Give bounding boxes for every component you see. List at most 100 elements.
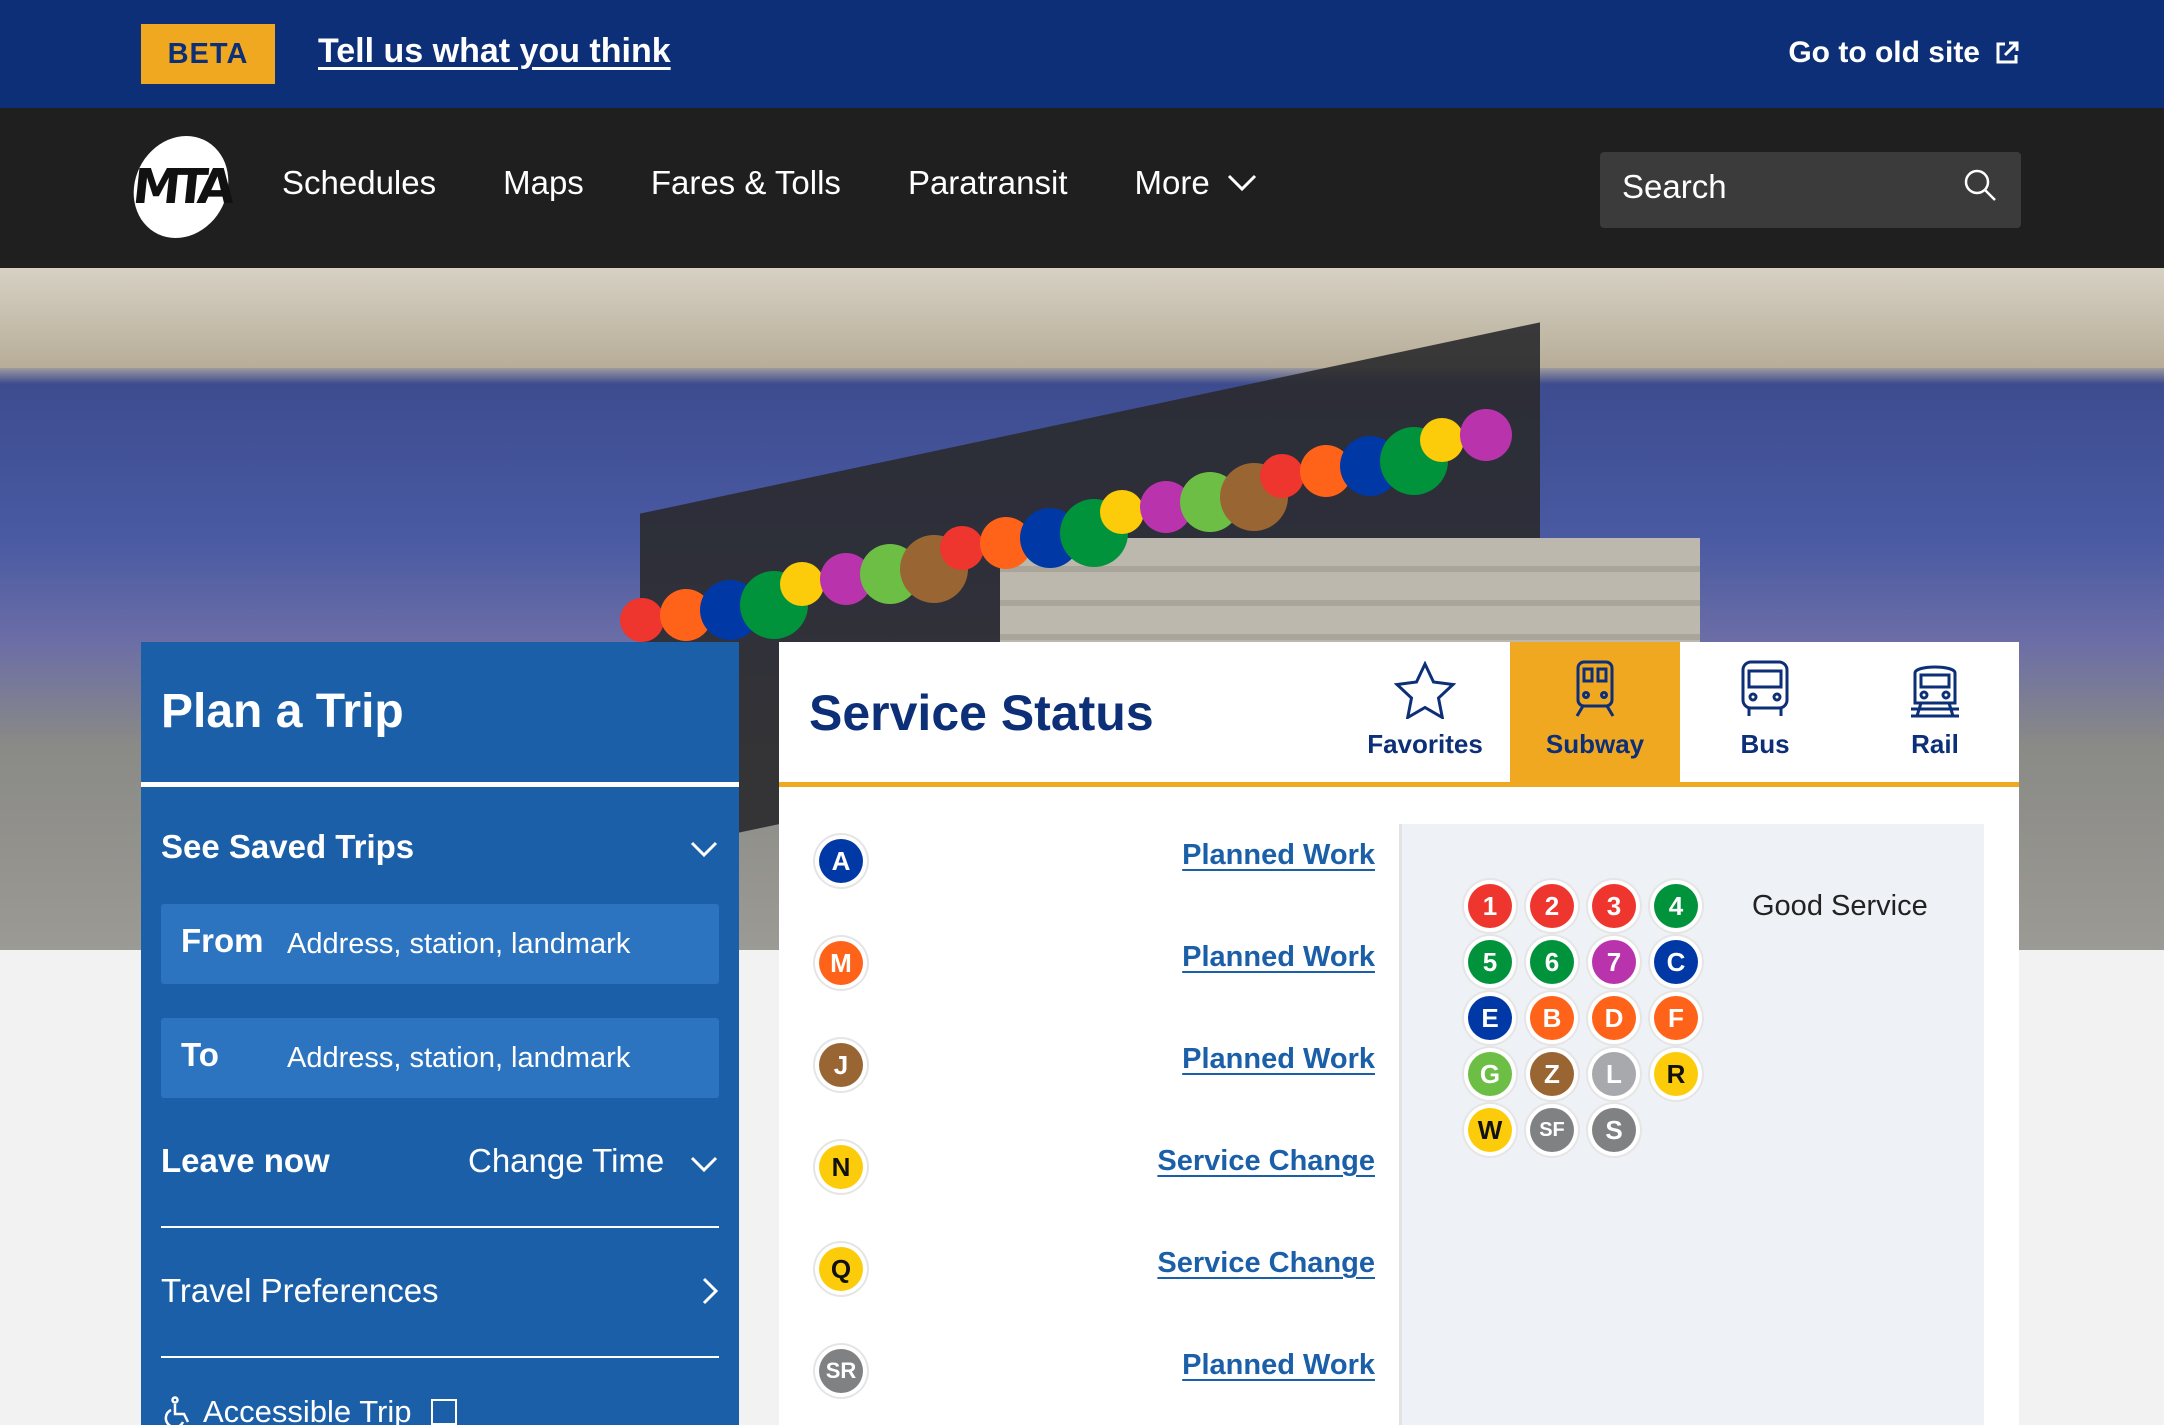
leave-now-label: Leave now	[161, 1142, 330, 1179]
to-field[interactable]: To Address, station, landmark	[161, 1018, 719, 1098]
nav-item-maps[interactable]: Maps	[503, 164, 584, 202]
line-status-link[interactable]: Planned Work	[1182, 1043, 1375, 1076]
tab-subway-label: Subway	[1545, 729, 1645, 759]
line-status-row: A Planned Work	[819, 839, 1379, 899]
line-status-link[interactable]: Planned Work	[1182, 839, 1375, 872]
tab-rail[interactable]: Rail	[1850, 642, 2020, 782]
line-bullet[interactable]: 5	[1468, 940, 1512, 984]
line-bullet[interactable]: M	[819, 941, 863, 985]
line-status-row: J Planned Work	[819, 1043, 1379, 1103]
line-bullet[interactable]: D	[1592, 996, 1636, 1040]
line-status-row: SR Planned Work	[819, 1349, 1379, 1409]
good-service-label: Good Service	[1752, 890, 1928, 922]
line-bullet[interactable]: 4	[1654, 884, 1698, 928]
beta-badge: BETA	[141, 24, 275, 84]
bus-icon	[1741, 660, 1789, 716]
from-field[interactable]: From Address, station, landmark	[161, 904, 719, 984]
search-input[interactable]	[1622, 168, 1942, 206]
line-status-link[interactable]: Planned Work	[1182, 1349, 1375, 1382]
from-label: From	[181, 922, 264, 959]
wheelchair-icon	[164, 1396, 190, 1425]
saved-trips-toggle[interactable]: See Saved Trips	[161, 828, 414, 866]
hero-dot	[1460, 409, 1512, 461]
nav-item-schedules[interactable]: Schedules	[282, 164, 436, 202]
divider	[161, 1226, 719, 1228]
travel-preferences-link[interactable]: Travel Preferences	[161, 1272, 439, 1310]
chevron-right-icon[interactable]	[701, 1276, 719, 1306]
service-status-panel: Service Status Favorites Subway Bus Rail…	[779, 642, 2019, 1425]
line-bullet[interactable]: N	[819, 1145, 863, 1189]
line-status-row: M Planned Work	[819, 941, 1379, 1001]
star-icon	[1394, 661, 1456, 719]
line-status-link[interactable]: Planned Work	[1182, 941, 1375, 974]
line-bullet[interactable]: SR	[819, 1349, 863, 1393]
accessible-trip-label: Accessible Trip	[203, 1394, 412, 1425]
chevron-down-icon[interactable]	[689, 840, 719, 858]
line-bullet[interactable]: J	[819, 1043, 863, 1087]
divider	[161, 1356, 719, 1358]
old-site-link[interactable]: Go to old site	[1788, 36, 2020, 70]
line-bullet[interactable]: L	[1592, 1052, 1636, 1096]
line-bullet[interactable]: F	[1654, 996, 1698, 1040]
line-bullet[interactable]: S	[1592, 1108, 1636, 1152]
plan-title-divider	[141, 782, 739, 787]
line-bullet[interactable]: 2	[1530, 884, 1574, 928]
accessible-trip-checkbox[interactable]	[431, 1399, 458, 1425]
line-bullet[interactable]: W	[1468, 1108, 1512, 1152]
search-icon[interactable]	[1963, 168, 1997, 202]
main-nav: MTA Schedules Maps Fares & Tolls Paratra…	[0, 108, 2164, 268]
hero-ceiling	[0, 268, 2164, 368]
tab-favorites[interactable]: Favorites	[1340, 642, 1510, 782]
hero-dot	[1100, 490, 1144, 534]
line-status-row: Q Service Change	[819, 1247, 1379, 1307]
good-service-lines: 1 2 3 4 5 6 7 C E B D F G Z L R W SF S	[1468, 884, 1700, 1152]
mta-logo[interactable]: MTA	[128, 136, 234, 238]
change-time-button[interactable]: Change Time	[468, 1142, 664, 1180]
line-bullet[interactable]: SF	[1530, 1108, 1574, 1152]
status-tabs: Favorites Subway Bus Rail	[1340, 642, 2020, 782]
line-bullet[interactable]: 3	[1592, 884, 1636, 928]
line-status-link[interactable]: Service Change	[1157, 1247, 1375, 1280]
chevron-down-icon	[1227, 174, 1256, 192]
feedback-link[interactable]: Tell us what you think	[318, 32, 671, 71]
search-box	[1600, 152, 2021, 228]
nav-item-fares-tolls[interactable]: Fares & Tolls	[651, 164, 841, 202]
accessible-trip-option[interactable]: Accessible Trip	[161, 1394, 458, 1425]
nav-item-more-label: More	[1134, 164, 1210, 201]
line-status-row: N Service Change	[819, 1145, 1379, 1205]
line-bullet[interactable]: 6	[1530, 940, 1574, 984]
nav-menu: Schedules Maps Fares & Tolls Paratransit…	[282, 164, 1258, 202]
plan-title: Plan a Trip	[161, 685, 404, 738]
from-placeholder: Address, station, landmark	[287, 928, 631, 960]
to-placeholder: Address, station, landmark	[287, 1042, 631, 1074]
nav-item-more[interactable]: More	[1135, 164, 1258, 202]
hero-dot	[1420, 418, 1464, 462]
line-bullet[interactable]: 1	[1468, 884, 1512, 928]
service-status-title: Service Status	[809, 685, 1154, 741]
hero-dot	[780, 562, 824, 606]
line-bullet[interactable]: 7	[1592, 940, 1636, 984]
line-bullet[interactable]: Z	[1530, 1052, 1574, 1096]
line-bullet[interactable]: E	[1468, 996, 1512, 1040]
hero-dot	[620, 598, 664, 642]
nav-item-paratransit[interactable]: Paratransit	[908, 164, 1068, 202]
tab-subway[interactable]: Subway	[1510, 642, 1680, 782]
old-site-label: Go to old site	[1788, 36, 1980, 69]
external-link-icon	[1996, 41, 2019, 64]
good-service-panel: 1 2 3 4 5 6 7 C E B D F G Z L R W SF S Good Service	[1402, 824, 1984, 1425]
line-bullet[interactable]: C	[1654, 940, 1698, 984]
line-bullet[interactable]: G	[1468, 1052, 1512, 1096]
tab-bus[interactable]: Bus	[1680, 642, 1850, 782]
to-label: To	[181, 1036, 219, 1073]
rail-icon	[1911, 665, 1959, 718]
plan-a-trip-panel: Plan a Trip See Saved Trips From Address…	[141, 642, 739, 1425]
line-status-list: A Planned Work M Planned Work J Planned Work N…	[779, 787, 1399, 1425]
line-bullet[interactable]: A	[819, 839, 863, 883]
hero-dot	[1260, 454, 1304, 498]
chevron-down-icon[interactable]	[689, 1155, 719, 1173]
line-bullet[interactable]: R	[1654, 1052, 1698, 1096]
line-bullet[interactable]: B	[1530, 996, 1574, 1040]
tab-rail-label: Rail	[1911, 729, 1959, 759]
line-bullet[interactable]: Q	[819, 1247, 863, 1291]
line-status-link[interactable]: Service Change	[1157, 1145, 1375, 1178]
